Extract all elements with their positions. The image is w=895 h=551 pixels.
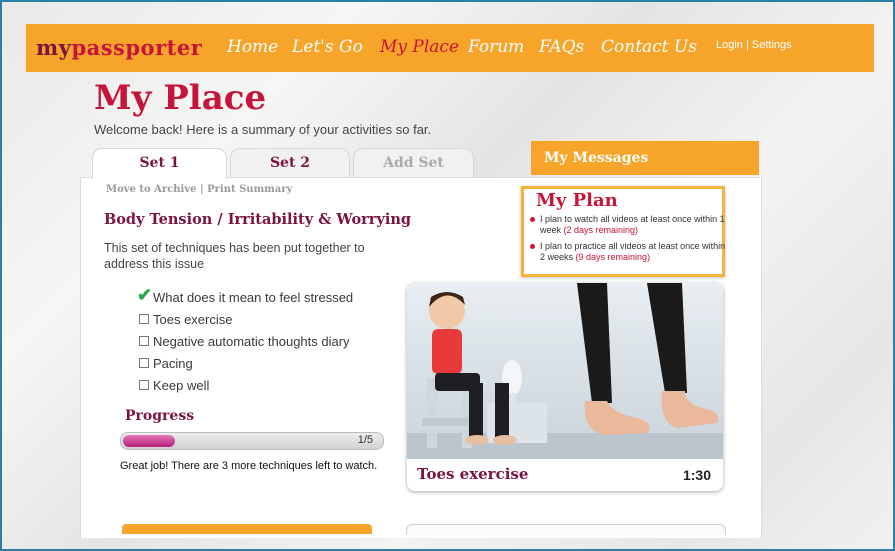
video-duration: 1:30 xyxy=(682,467,711,483)
technique-item[interactable]: What does it mean to feel stressed xyxy=(153,290,353,305)
plan-item-remaining: (9 days remaining) xyxy=(575,252,651,262)
technique-label: Pacing xyxy=(153,356,193,371)
my-plan-title: My Plan xyxy=(536,190,618,211)
my-plan-card: My Plan I plan to watch all videos at le… xyxy=(521,186,725,277)
progress-bar: 1/5 xyxy=(120,432,384,450)
checkmark-icon: ✔ xyxy=(137,285,153,305)
video-card[interactable]: Toes exercise 1:30 xyxy=(407,283,723,491)
checkbox-icon[interactable] xyxy=(139,358,149,368)
welcome-text: Welcome back! Here is a summary of your … xyxy=(94,122,432,137)
tab-set-1[interactable]: Set 1 xyxy=(92,148,227,179)
progress-bar-fill xyxy=(123,435,175,447)
technique-label: Negative automatic thoughts diary xyxy=(153,334,350,349)
nav-faqs[interactable]: FAQs xyxy=(539,37,584,57)
technique-label: What does it mean to feel stressed xyxy=(153,290,354,305)
technique-label: Keep well xyxy=(153,378,210,393)
set-description: This set of techniques has been put toge… xyxy=(104,241,365,271)
technique-item[interactable]: Keep well xyxy=(139,378,209,393)
my-messages-label: My Messages xyxy=(544,150,649,166)
technique-item[interactable]: Pacing xyxy=(139,356,193,371)
plan-item: I plan to practice all videos at least o… xyxy=(530,241,730,263)
bullet-icon xyxy=(530,217,535,222)
nav-forum[interactable]: Forum xyxy=(468,37,524,57)
plan-item: I plan to watch all videos at least once… xyxy=(530,214,730,236)
logo-my: my xyxy=(36,35,72,60)
plan-item-remaining: (2 days remaining) xyxy=(563,225,639,235)
nav-contact-us[interactable]: Contact Us xyxy=(601,37,697,57)
screenshot-frame: mypassporter Home Let's Go My Place Foru… xyxy=(0,0,895,551)
progress-label: Progress xyxy=(125,408,195,424)
nav-lets-go[interactable]: Let's Go xyxy=(292,37,363,57)
nav-home[interactable]: Home xyxy=(227,37,278,57)
archive-print-links[interactable]: Move to Archive | Print Summary xyxy=(106,184,292,195)
bullet-icon xyxy=(530,244,535,249)
video-thumbnail[interactable] xyxy=(407,283,723,459)
nav-my-place[interactable]: My Place xyxy=(380,37,459,57)
technique-item[interactable]: Toes exercise xyxy=(139,312,232,327)
bottom-orange-panel xyxy=(122,524,372,534)
checkbox-icon[interactable] xyxy=(139,336,149,346)
login-settings-link[interactable]: Login | Settings xyxy=(716,39,792,51)
tab-set-2[interactable]: Set 2 xyxy=(230,148,350,177)
checkbox-icon[interactable] xyxy=(139,380,149,390)
logo-passporter: passporter xyxy=(71,35,203,60)
page-title: My Place xyxy=(94,78,267,118)
set-title: Body Tension / Irritability & Worrying xyxy=(104,211,412,228)
checkbox-icon[interactable] xyxy=(139,314,149,324)
encouragement-text: Great job! There are 3 more techniques l… xyxy=(120,460,378,472)
top-navigation: mypassporter Home Let's Go My Place Foru… xyxy=(26,24,874,72)
bottom-panel xyxy=(406,524,726,535)
my-messages-tab[interactable]: My Messages xyxy=(531,141,759,175)
progress-count: 1/5 xyxy=(357,434,373,446)
mypassporter-logo[interactable]: mypassporter xyxy=(36,35,202,60)
technique-label: Toes exercise xyxy=(153,312,233,327)
technique-item[interactable]: Negative automatic thoughts diary xyxy=(139,334,350,349)
tab-add-set[interactable]: Add Set xyxy=(353,148,474,177)
video-title: Toes exercise xyxy=(417,465,529,483)
